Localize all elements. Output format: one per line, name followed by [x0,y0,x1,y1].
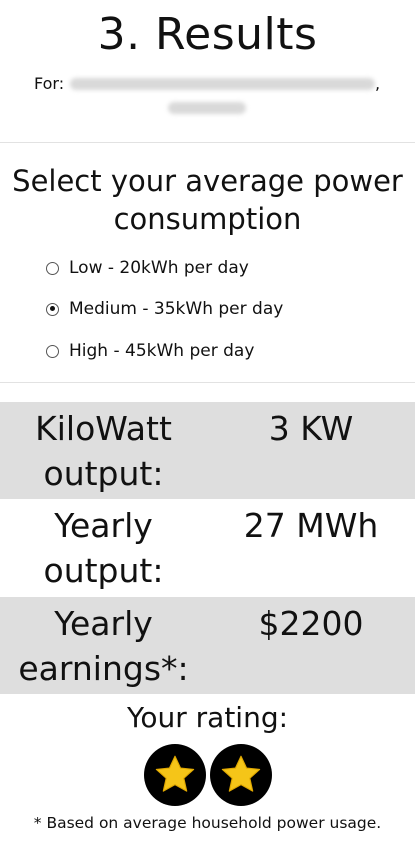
divider [0,142,415,143]
radio-low[interactable]: Low - 20kWh per day [46,256,249,280]
radio-medium[interactable]: Medium - 35kWh per day [46,297,283,321]
star-icon [155,755,194,792]
result-label-line2: earnings*: [18,649,189,688]
star-badge [143,744,206,806]
result-label: KiloWatt output: [0,406,207,496]
redacted-address-line-2 [168,102,246,114]
result-label-line2: output: [43,551,164,590]
result-value: $2200 [258,604,364,643]
radio-high[interactable]: High - 45kWh per day [46,339,254,363]
result-value: 27 MWh [243,506,379,545]
footnote: * Based on average household power usage… [33,814,382,832]
result-label-line1: Yearly [54,506,153,545]
radio-high-label: High - 45kWh per day [69,341,255,361]
divider [0,382,415,383]
radio-low-circle[interactable] [46,261,59,275]
radio-low-label: Low - 20kWh per day [69,258,249,278]
result-label-line1: Yearly [54,604,153,643]
page-title: 3. Results [97,9,318,60]
result-label: Yearly output: [0,503,207,593]
rating-stars [0,744,415,806]
result-row-yearly-output: Yearly output: 27 MWh [0,499,415,596]
consumption-title-text: Select your average power consumption [12,164,403,236]
results-header: 3. Results For: , [0,0,415,142]
star-badge [209,744,272,806]
result-label-line2: output: [43,454,164,493]
result-label: Yearly earnings*: [0,601,207,691]
for-label: For: [34,74,65,93]
result-row-yearly-earnings: Yearly earnings*: $2200 [0,597,415,694]
radio-high-circle[interactable] [46,344,59,358]
result-label-line1: KiloWatt [35,409,172,448]
result-row-kilowatt: KiloWatt output: 3 KW [0,402,415,499]
redacted-address [70,78,375,90]
address-comma: , [375,74,381,93]
consumption-title: Select your average power consumption [0,162,415,238]
rating-title: Your rating: [126,701,289,734]
star-icon [221,755,260,792]
radio-medium-circle[interactable] [46,302,59,316]
result-value: 3 KW [268,409,354,448]
radio-medium-label: Medium - 35kWh per day [69,299,284,319]
